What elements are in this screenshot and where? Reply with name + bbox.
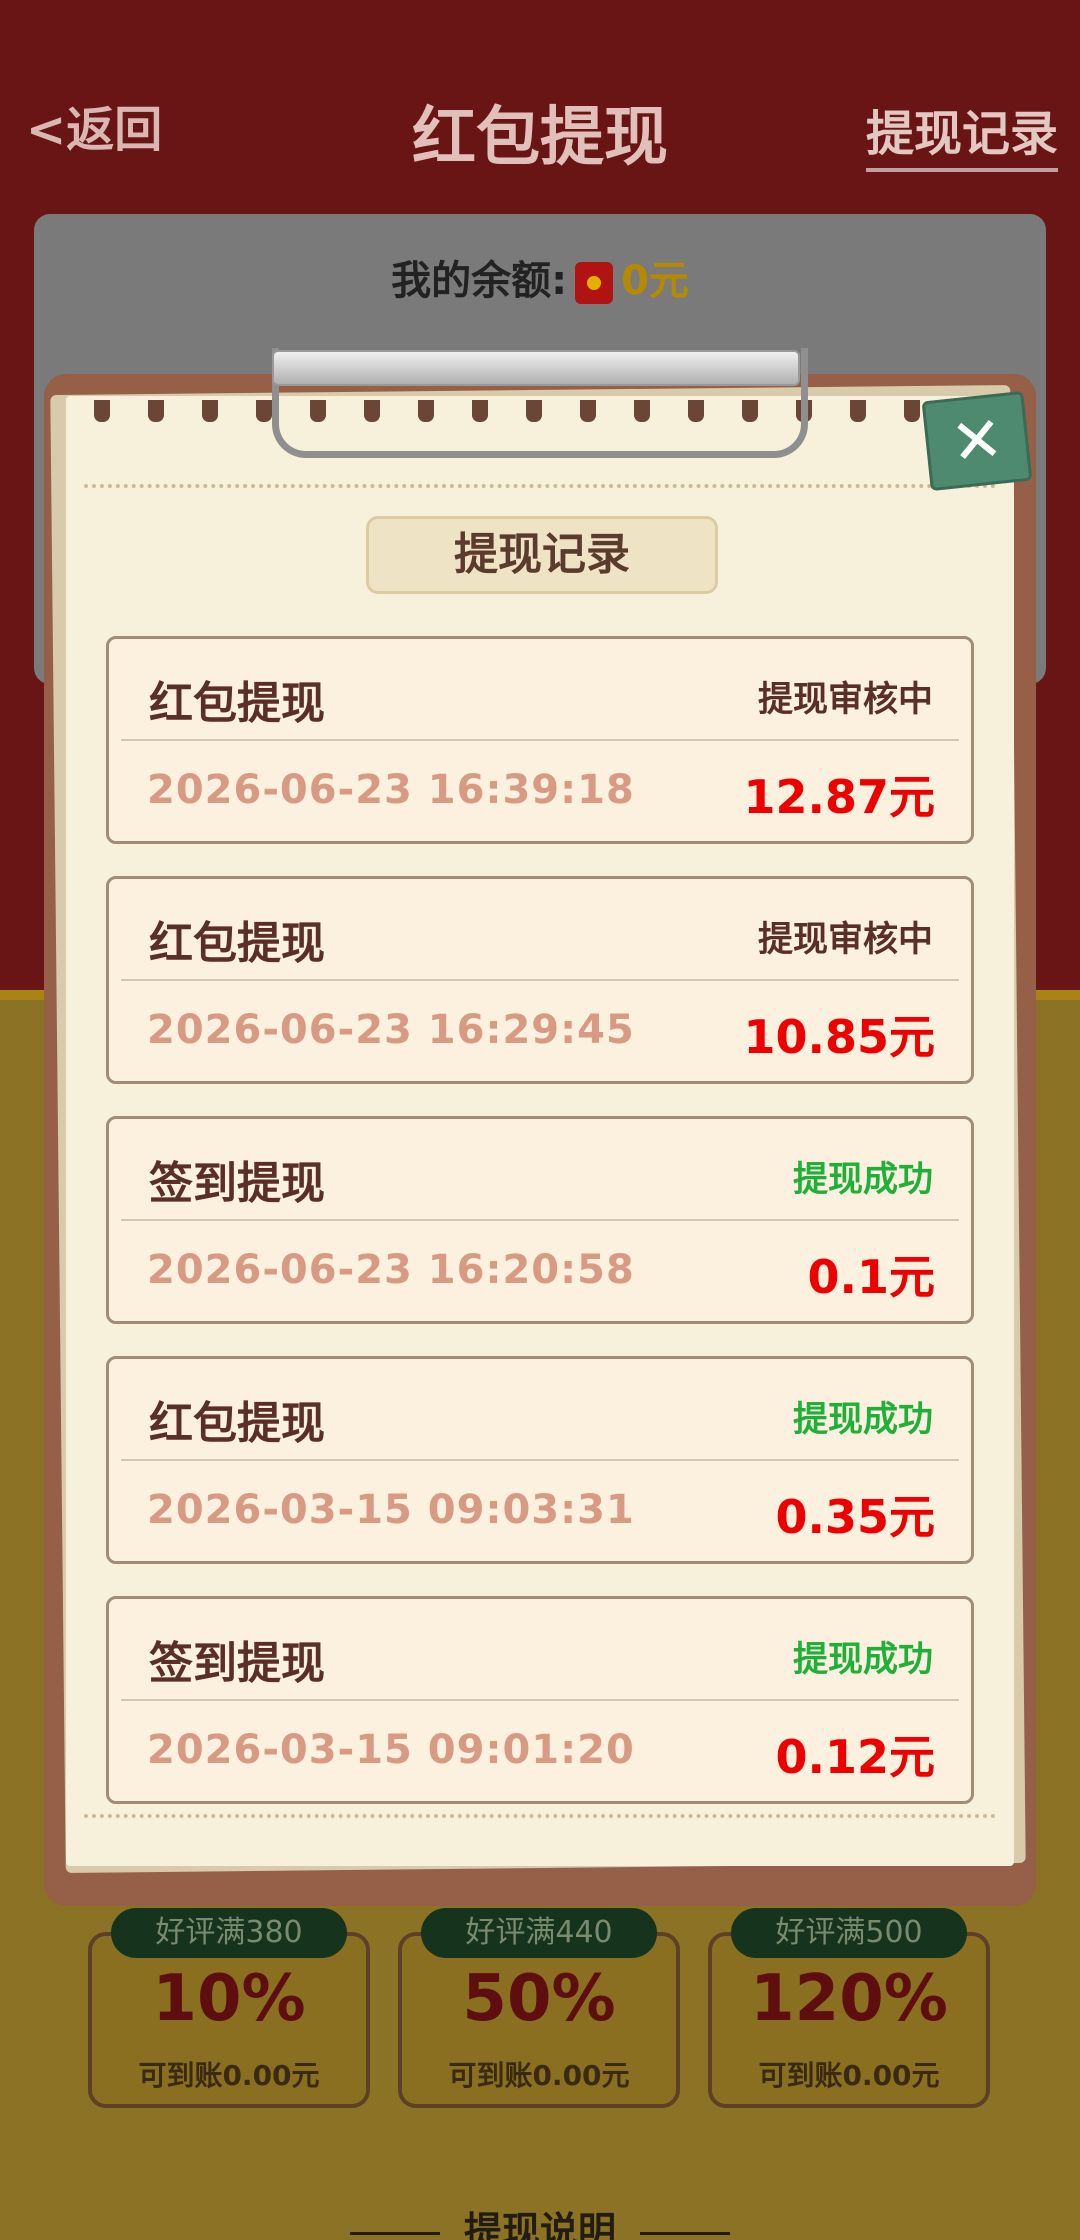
top-nav-bar: <返回 红包提现 提现记录 [0, 80, 1080, 175]
red-packet-icon [575, 262, 614, 304]
record-time: 2026-03-15 09:03:31 [147, 1487, 635, 1533]
tier-percent: 50% [462, 1962, 616, 2036]
tier-badge: 好评满380 [111, 1908, 347, 1958]
withdraw-history-link[interactable]: 提现记录 [865, 94, 1058, 172]
binding-ring [148, 400, 164, 422]
close-button[interactable]: ✕ [921, 390, 1033, 492]
record-status: 提现审核中 [757, 680, 933, 720]
record-divider [121, 739, 959, 741]
record-status: 提现审核中 [757, 920, 933, 960]
withdraw-record: 红包提现 提现审核中 2026-06-23 16:29:45 10.85元 [106, 876, 974, 1084]
tier-badge: 好评满440 [421, 1908, 657, 1958]
binding-ring [256, 400, 272, 422]
tier-receivable: 可到账0.00元 [448, 2059, 630, 2092]
record-divider [121, 1699, 959, 1701]
binding-ring [850, 400, 866, 422]
record-amount: 0.1元 [807, 1250, 936, 1304]
tier-card-1[interactable]: 好评满380 10% 可到账0.00元 [88, 1908, 370, 2108]
record-type: 签到提现 [149, 1158, 325, 1209]
withdraw-record: 签到提现 提现成功 2026-03-15 09:01:20 0.12元 [106, 1596, 974, 1804]
binding-ring [202, 400, 218, 422]
balance-amount: 0元 [621, 258, 689, 304]
record-amount: 12.87元 [743, 770, 935, 824]
clipboard-clip-bar [272, 350, 800, 386]
record-amount: 0.12元 [775, 1730, 936, 1784]
rules-heading: 提现说明 [0, 2200, 1080, 2240]
record-time: 2026-06-23 16:20:58 [147, 1247, 635, 1293]
record-time: 2026-06-23 16:29:45 [147, 1007, 635, 1053]
withdraw-record: 红包提现 提现成功 2026-03-15 09:03:31 0.35元 [106, 1356, 974, 1564]
withdraw-record: 红包提现 提现审核中 2026-06-23 16:39:18 12.87元 [106, 636, 974, 844]
tier-receivable: 可到账0.00元 [138, 2059, 320, 2092]
modal-title: 提现记录 [366, 516, 718, 594]
withdraw-record: 签到提现 提现成功 2026-06-23 16:20:58 0.1元 [106, 1116, 974, 1324]
dotted-divider [84, 1814, 996, 1818]
record-amount: 10.85元 [743, 1010, 935, 1064]
record-time: 2026-03-15 09:01:20 [147, 1727, 635, 1773]
tier-percent: 10% [152, 1962, 306, 2036]
close-icon: ✕ [947, 401, 1007, 480]
balance-label: 我的余额: [391, 258, 568, 304]
tier-badge: 好评满500 [731, 1908, 967, 1958]
record-divider [121, 979, 959, 981]
record-type: 红包提现 [149, 918, 325, 969]
record-time: 2026-06-23 16:39:18 [147, 767, 635, 813]
record-type: 红包提现 [149, 1398, 325, 1449]
tier-card-2[interactable]: 好评满440 50% 可到账0.00元 [398, 1908, 680, 2108]
binding-ring [94, 400, 110, 422]
record-type: 签到提现 [149, 1638, 325, 1689]
record-type: 红包提现 [149, 678, 325, 729]
record-status: 提现成功 [792, 1640, 933, 1680]
binding-ring [904, 400, 920, 422]
record-amount: 0.35元 [775, 1490, 936, 1544]
dotted-divider [84, 484, 996, 488]
record-divider [121, 1459, 959, 1461]
record-divider [121, 1219, 959, 1221]
tier-card-3[interactable]: 好评满500 120% 可到账0.00元 [708, 1908, 990, 2108]
tier-percent: 120% [750, 1962, 948, 2036]
balance-line: 我的余额: 0元 [34, 248, 1046, 306]
tier-receivable: 可到账0.00元 [758, 2059, 940, 2092]
record-status: 提现成功 [792, 1160, 933, 1200]
record-status: 提现成功 [792, 1400, 933, 1440]
